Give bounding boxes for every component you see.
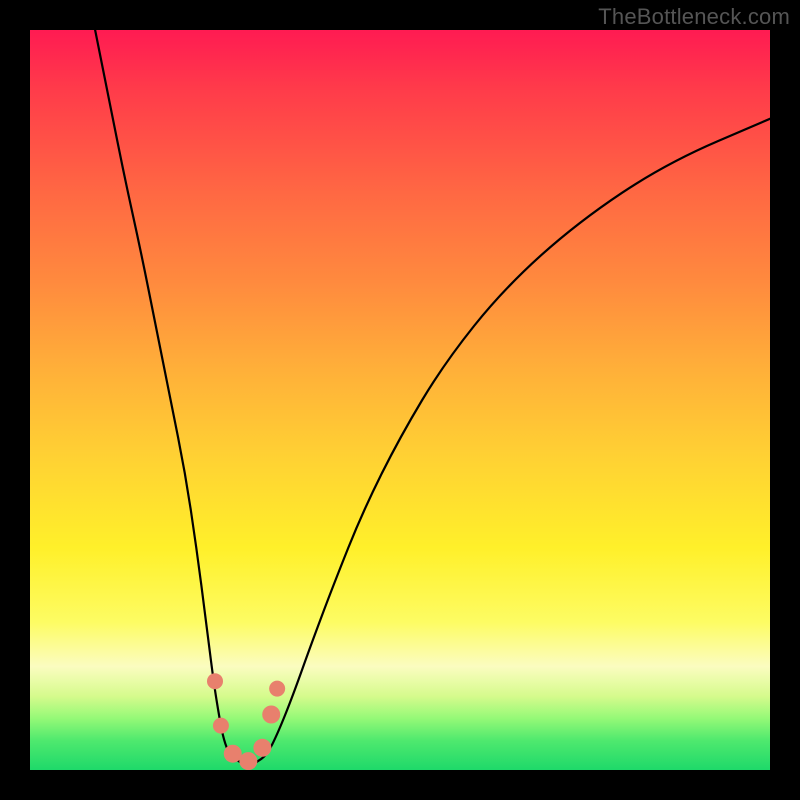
curve-left-branch — [95, 30, 241, 763]
trough-markers — [207, 673, 285, 770]
trough-marker — [253, 739, 271, 757]
plot-area — [30, 30, 770, 770]
watermark-text: TheBottleneck.com — [598, 4, 790, 30]
trough-marker — [224, 745, 242, 763]
trough-marker — [239, 752, 257, 770]
chart-canvas: TheBottleneck.com — [0, 0, 800, 800]
trough-marker — [213, 718, 229, 734]
trough-marker — [207, 673, 223, 689]
bottleneck-curve — [30, 30, 770, 770]
trough-marker — [262, 706, 280, 724]
trough-marker — [269, 681, 285, 697]
curve-right-branch — [256, 119, 770, 763]
